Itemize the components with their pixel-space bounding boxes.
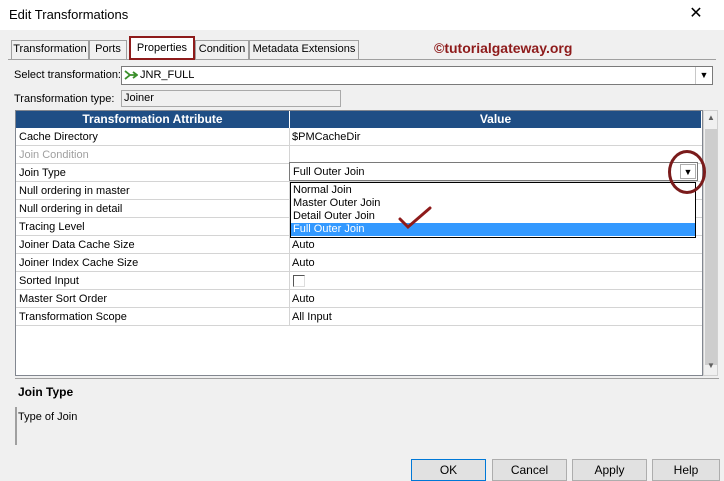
chevron-down-icon[interactable]: ▼ [695,67,712,84]
value-cell[interactable]: All Input [292,311,332,323]
join-type-combo[interactable]: Full Outer Join ▼ [289,162,698,181]
watermark: ©tutorialgateway.org [434,40,573,56]
join-type-dropdown-list: Normal Join Master Outer Join Detail Out… [290,182,696,238]
tab-metadata-extensions[interactable]: Metadata Extensions [249,40,359,59]
scrollbar-thumb[interactable] [705,129,717,365]
dropdown-option-detail-outer-join[interactable]: Detail Outer Join [291,210,695,223]
value-cell[interactable]: $PMCacheDir [292,131,360,143]
column-header-attribute[interactable]: Transformation Attribute [16,111,290,128]
transformation-type-value: Joiner [124,92,154,104]
select-transformation-value: JNR_FULL [140,69,195,81]
description-pane: Join Type Type of Join [15,378,719,445]
close-icon[interactable]: ✕ [686,4,706,24]
properties-grid: Transformation Attribute Value Cache Dir… [15,110,703,376]
description-text: Type of Join [18,411,78,423]
value-cell[interactable]: Auto [292,293,315,305]
table-row[interactable]: Cache Directory $PMCacheDir [16,128,702,146]
tab-properties[interactable]: Properties [129,36,195,60]
transformation-type-label: Transformation type: [14,93,115,105]
attribute-cell: Sorted Input [19,275,79,287]
select-transformation-label: Select transformation: [14,69,121,81]
table-row[interactable]: Master Sort Order Auto [16,290,702,308]
cancel-button[interactable]: Cancel [492,459,567,481]
attribute-cell: Join Condition [19,149,89,161]
attribute-cell: Transformation Scope [19,311,127,323]
table-row[interactable]: Transformation Scope All Input [16,308,702,326]
select-transformation-combo[interactable]: JNR_FULL ▼ [121,66,713,85]
join-type-value: Full Outer Join [293,166,365,178]
dropdown-option-normal-join[interactable]: Normal Join [291,184,695,197]
vertical-scrollbar[interactable]: ▲ ▼ [703,110,718,376]
apply-button[interactable]: Apply [572,459,647,481]
title-bar: Edit Transformations ✕ [0,0,724,30]
value-cell[interactable]: Auto [292,239,315,251]
attribute-cell: Tracing Level [19,221,85,233]
sorted-input-checkbox[interactable] [293,275,305,287]
annotation-circle [668,150,706,194]
table-row[interactable]: Joiner Index Cache Size Auto [16,254,702,272]
column-header-value[interactable]: Value [290,111,702,128]
tab-transformation[interactable]: Transformation [11,40,89,59]
description-divider [15,407,17,445]
dropdown-option-full-outer-join[interactable]: Full Outer Join [291,223,695,236]
scroll-up-icon[interactable]: ▲ [704,113,718,125]
ok-button[interactable]: OK [411,459,486,481]
attribute-cell: Null ordering in master [19,185,130,197]
transformation-type-field: Joiner [121,90,341,107]
attribute-cell: Master Sort Order [19,293,108,305]
table-row[interactable]: Sorted Input [16,272,702,290]
help-button[interactable]: Help [652,459,720,481]
attribute-cell: Cache Directory [19,131,98,143]
attribute-cell: Joiner Data Cache Size [19,239,135,251]
annotation-tick-icon [398,206,432,233]
table-row[interactable]: Joiner Data Cache Size Auto [16,236,702,254]
value-cell[interactable]: Auto [292,257,315,269]
attribute-cell: Join Type [19,167,66,179]
scroll-down-icon[interactable]: ▼ [704,361,718,373]
window-title: Edit Transformations [9,7,129,22]
attribute-cell: Null ordering in detail [19,203,123,215]
tab-ports[interactable]: Ports [89,40,127,59]
tab-condition[interactable]: Condition [195,40,249,59]
attribute-cell: Joiner Index Cache Size [19,257,139,269]
tab-divider [8,59,716,60]
description-title: Join Type [18,385,74,399]
joiner-icon [124,68,139,82]
dropdown-option-master-outer-join[interactable]: Master Outer Join [291,197,695,210]
